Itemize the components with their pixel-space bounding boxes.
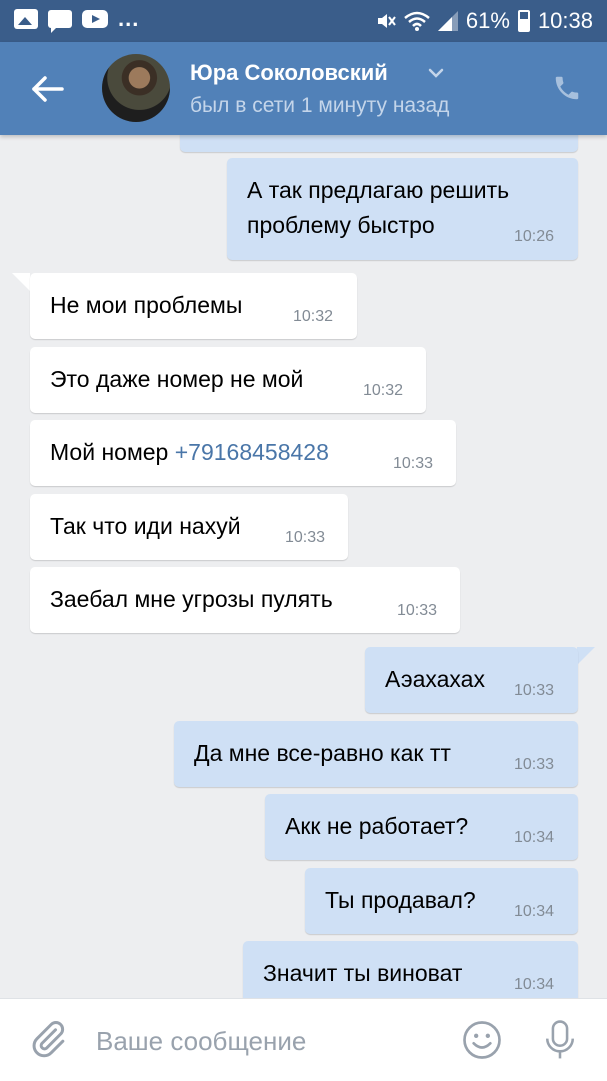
chat-icon <box>48 10 72 33</box>
message-text: Так что иди нахуй <box>50 513 241 539</box>
message-text: Значит ты виноват <box>263 960 463 986</box>
message-text: проблему быстро <box>247 212 435 238</box>
message-time: 10:33 <box>514 756 555 773</box>
message-bubble[interactable]: Так что иди нахуй 10:33 <box>30 494 348 560</box>
message-time: 10:34 <box>514 903 555 920</box>
clock: 10:38 <box>537 8 593 33</box>
message-text: Заебал мне угрозы пулять <box>50 586 333 612</box>
paperclip-icon[interactable] <box>28 1019 68 1059</box>
signal-icon <box>437 11 458 31</box>
message-bubble[interactable]: Заебал мне угрозы пулять 10:33 <box>30 567 460 633</box>
mute-icon <box>377 14 396 28</box>
more-notifications: ... <box>118 6 140 31</box>
bubble-tail <box>577 647 595 665</box>
battery-percent: 61% <box>465 8 510 33</box>
back-arrow-icon[interactable] <box>28 70 66 108</box>
message-time: 10:32 <box>293 308 334 325</box>
message-bubble[interactable]: Да мне все-равно как тт 10:33 <box>174 721 578 787</box>
message-bubble[interactable]: Мой номер +79168458428 10:33 <box>30 420 456 486</box>
bubble-tail <box>12 273 30 291</box>
chevron-down-icon[interactable] <box>428 68 444 78</box>
system-icons: 61% 10:38 <box>376 8 593 34</box>
phone-icon[interactable] <box>552 73 582 103</box>
message-time: 10:26 <box>514 228 555 245</box>
message-time: 10:34 <box>514 829 555 846</box>
youtube-icon <box>82 10 108 28</box>
message-bubble[interactable]: Это даже номер не мой 10:32 <box>30 347 426 413</box>
message-bubble[interactable]: Акк не работает? 10:34 <box>265 794 578 860</box>
message-text: Мой номер +79168458428 <box>50 435 329 470</box>
message-bubble[interactable]: Аэахахах 10:33 <box>365 647 578 713</box>
chat-header: Юра Соколовский был в сети 1 минуту наза… <box>0 42 607 135</box>
message-text: Ты продавал? <box>325 887 476 913</box>
message-text: А так предлагаю решить <box>247 177 510 203</box>
last-seen-status: был в сети 1 минуту назад <box>190 94 450 117</box>
message-time: 10:32 <box>363 382 404 399</box>
battery-icon <box>517 10 530 32</box>
message-time: 10:33 <box>285 529 326 546</box>
image-icon <box>14 9 38 29</box>
message-text: Аэахахах <box>385 666 485 692</box>
microphone-icon[interactable] <box>543 1018 577 1062</box>
smile-icon[interactable] <box>462 1020 502 1060</box>
contact-name[interactable]: Юра Соколовский <box>190 60 388 86</box>
message-text: Не мои проблемы <box>50 292 243 318</box>
message-bubble[interactable]: А так предлагаю решить проблему быстро 1… <box>227 158 578 260</box>
message-text: Это даже номер не мой <box>50 366 304 392</box>
status-bar: ... 61% 10:38 <box>0 0 607 42</box>
message-composer <box>0 998 607 1081</box>
message-text: Акк не работает? <box>285 813 469 839</box>
message-text-part: Мой номер <box>50 439 175 465</box>
phone-link[interactable]: +79168458428 <box>175 439 329 465</box>
notification-icons: ... <box>14 6 140 33</box>
message-text: Да мне все-равно как тт <box>194 740 451 766</box>
message-input[interactable] <box>96 1021 436 1061</box>
message-bubble[interactable]: Ты продавал? 10:34 <box>305 868 578 934</box>
message-time: 10:33 <box>393 455 434 472</box>
message-time: 10:34 <box>514 976 555 993</box>
avatar[interactable] <box>102 54 170 122</box>
message-time: 10:33 <box>397 602 438 619</box>
wifi-icon <box>404 11 430 31</box>
message-time: 10:33 <box>514 682 555 699</box>
message-bubble[interactable]: Не мои проблемы 10:32 <box>30 273 357 339</box>
